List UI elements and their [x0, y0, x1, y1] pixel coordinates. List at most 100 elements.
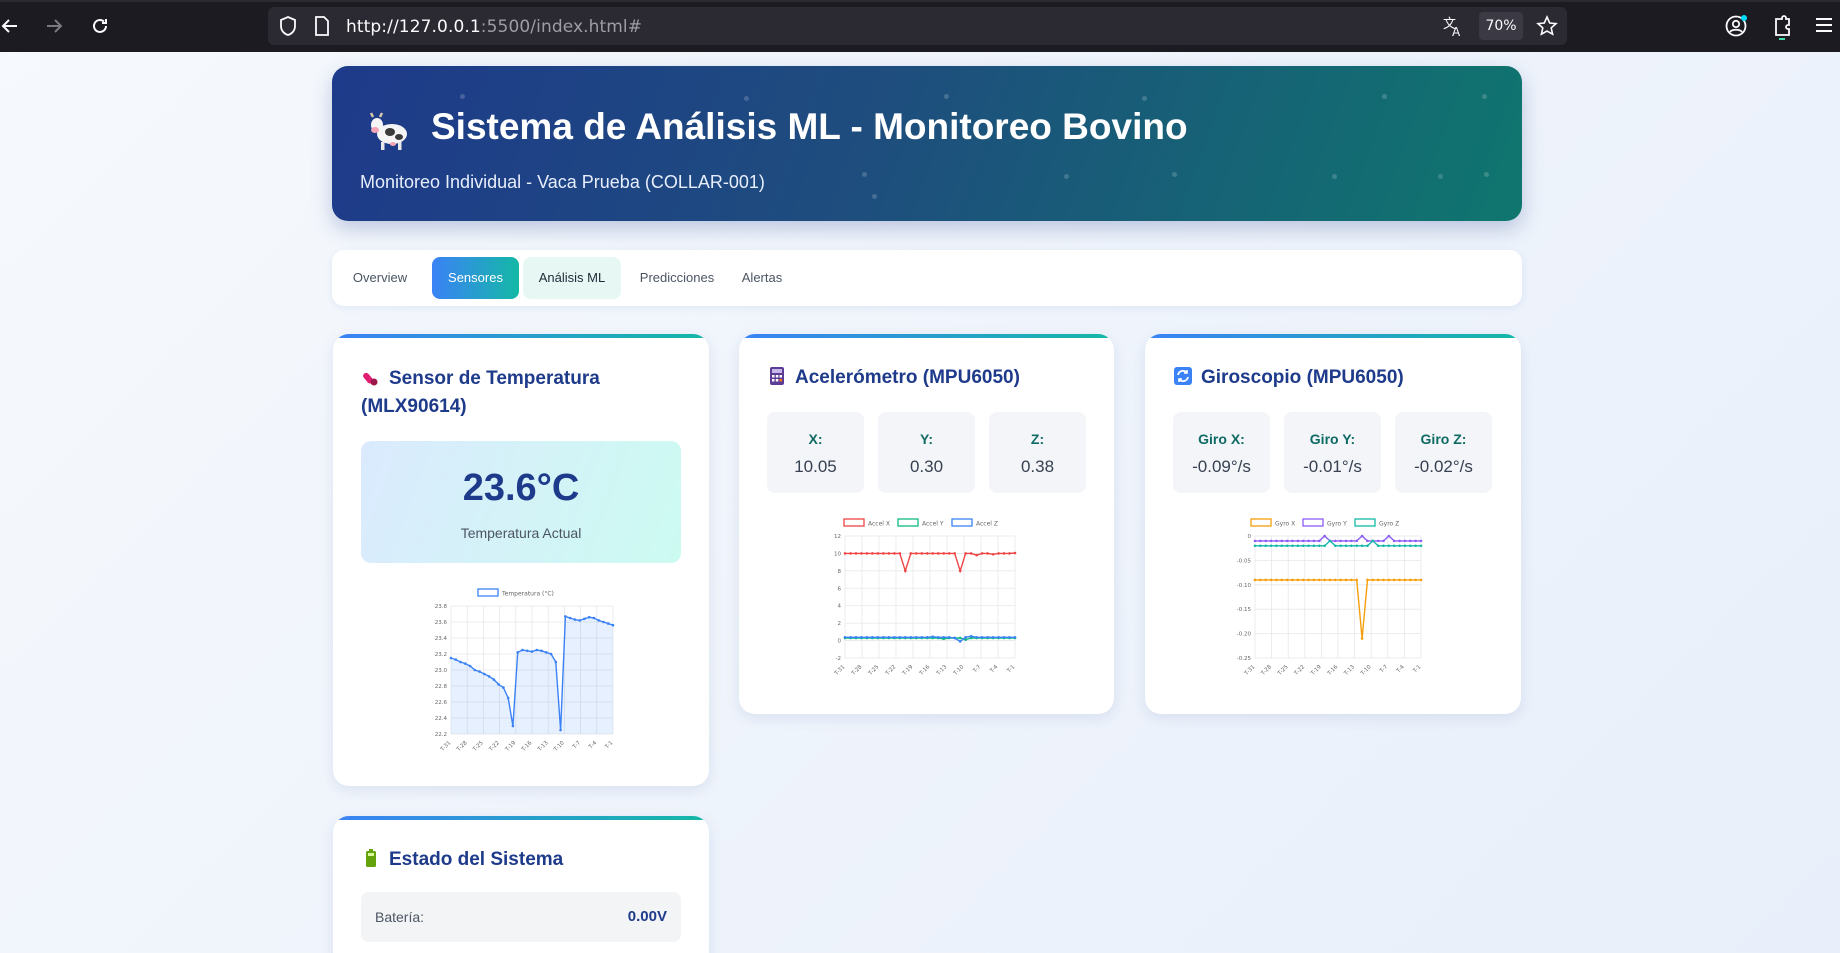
gyro-x-value: -0.09°/s	[1192, 457, 1251, 476]
back-arrow-icon[interactable]	[0, 10, 26, 42]
data-point	[478, 670, 481, 673]
x-tick-label: T-25	[867, 664, 881, 678]
extensions-icon[interactable]	[1770, 14, 1794, 40]
decor-dot	[1438, 174, 1443, 179]
data-point	[997, 635, 1000, 639]
data-point	[964, 552, 967, 555]
y-tick-label: 22.8	[435, 684, 448, 690]
tab-analisis-ml[interactable]: Análisis ML	[523, 257, 621, 299]
legend-label: Gyro Z	[1379, 521, 1399, 528]
data-point	[1360, 534, 1364, 538]
data-point	[1350, 544, 1353, 548]
data-point	[1408, 578, 1412, 582]
shield-icon[interactable]	[278, 15, 298, 37]
data-point	[1275, 539, 1278, 543]
tab-alertas[interactable]: Alertas	[736, 257, 788, 299]
gyroscope-card-title: Giroscopio (MPU6050)	[1173, 364, 1404, 392]
data-point	[1285, 539, 1289, 543]
data-point	[530, 650, 534, 653]
data-point	[483, 672, 486, 676]
gyro-y-value: -0.01°/s	[1303, 457, 1362, 476]
reload-icon[interactable]	[84, 10, 116, 42]
bookmark-star-icon[interactable]	[1536, 15, 1558, 37]
y-tick-label: -0.25	[1237, 656, 1252, 662]
decor-dot	[1382, 94, 1387, 99]
data-point	[936, 635, 940, 639]
x-tick-label: T-4	[1395, 664, 1406, 675]
header-banner: Sistema de Análisis ML - Monitoreo Bovin…	[332, 66, 1522, 221]
tab-sensores[interactable]: Sensores	[432, 257, 519, 299]
decor-dot	[1172, 172, 1177, 177]
data-point	[1317, 578, 1321, 582]
tab-overview[interactable]: Overview	[348, 257, 412, 299]
x-tick-label: T-13	[935, 664, 949, 678]
data-point	[1269, 544, 1273, 548]
url-text[interactable]: http://127.0.0.1:5500/index.html#	[346, 17, 642, 37]
gyro-x-box: Giro X: -0.09°/s	[1173, 412, 1270, 493]
data-point	[925, 552, 929, 555]
y-tick-label: 22.6	[435, 700, 448, 706]
data-point	[991, 635, 995, 639]
legend-item: Gyro Z	[1354, 518, 1399, 528]
data-point	[882, 552, 885, 555]
x-tick-label: T-4	[989, 664, 1000, 675]
battery-label: Batería:	[375, 909, 425, 925]
data-point	[1408, 544, 1412, 548]
legend-label: Accel Z	[976, 521, 998, 528]
y-tick-label: -0.15	[1237, 607, 1252, 613]
data-point	[986, 552, 989, 555]
menu-icon[interactable]	[1814, 16, 1834, 34]
x-tick-label: T-31	[1243, 664, 1256, 677]
data-point	[849, 635, 852, 639]
battery-icon	[366, 849, 376, 867]
address-bar[interactable]: http://127.0.0.1:5500/index.html#	[268, 7, 1567, 45]
data-point	[497, 683, 500, 686]
legend-swatch	[1250, 518, 1272, 527]
data-point	[1360, 544, 1364, 548]
y-tick-label: 6	[838, 586, 842, 592]
y-tick-label: 10	[834, 551, 841, 557]
y-tick-label: 12	[834, 534, 841, 540]
tab-predicciones[interactable]: Predicciones	[638, 257, 716, 299]
data-point	[876, 635, 880, 639]
data-point	[1350, 539, 1353, 543]
data-point	[1317, 544, 1321, 548]
y-tick-label: 23.4	[435, 636, 448, 642]
legend-swatch	[843, 518, 865, 527]
legend-swatch	[951, 518, 973, 527]
legend-swatch	[1302, 518, 1324, 527]
data-point	[1371, 539, 1375, 543]
legend-item: Accel Y	[897, 518, 944, 528]
data-point	[1366, 578, 1369, 582]
x-tick-label: T-19	[901, 664, 915, 678]
data-point	[1291, 539, 1294, 543]
data-point	[975, 553, 978, 557]
forward-arrow-icon[interactable]	[38, 10, 70, 42]
data-point	[1002, 635, 1006, 639]
x-tick-label: T-28	[455, 740, 469, 754]
data-point	[578, 619, 581, 622]
account-icon[interactable]	[1724, 14, 1748, 38]
data-point	[1328, 578, 1332, 582]
data-point	[1344, 539, 1348, 543]
data-point	[1387, 578, 1391, 582]
data-point	[969, 634, 973, 638]
data-point	[1414, 578, 1417, 582]
data-point	[1419, 578, 1423, 582]
x-tick-label: T-10	[552, 740, 566, 754]
data-point	[583, 617, 586, 621]
data-point	[931, 635, 935, 638]
data-point	[964, 635, 967, 639]
translate-icon[interactable]: 文A	[1442, 15, 1464, 37]
data-point	[843, 552, 847, 555]
x-tick-label: T-10	[1359, 664, 1373, 678]
data-point	[893, 635, 896, 639]
data-point	[1264, 539, 1268, 543]
browser-toolbar: http://127.0.0.1:5500/index.html# 文A 70%	[0, 0, 1840, 52]
accel-x-value: 10.05	[794, 457, 837, 476]
data-point	[573, 618, 577, 621]
x-tick-label: T-25	[471, 740, 485, 754]
data-point	[1312, 544, 1316, 548]
zoom-level[interactable]: 70%	[1479, 12, 1523, 40]
x-tick-label: T-1	[1412, 664, 1423, 675]
